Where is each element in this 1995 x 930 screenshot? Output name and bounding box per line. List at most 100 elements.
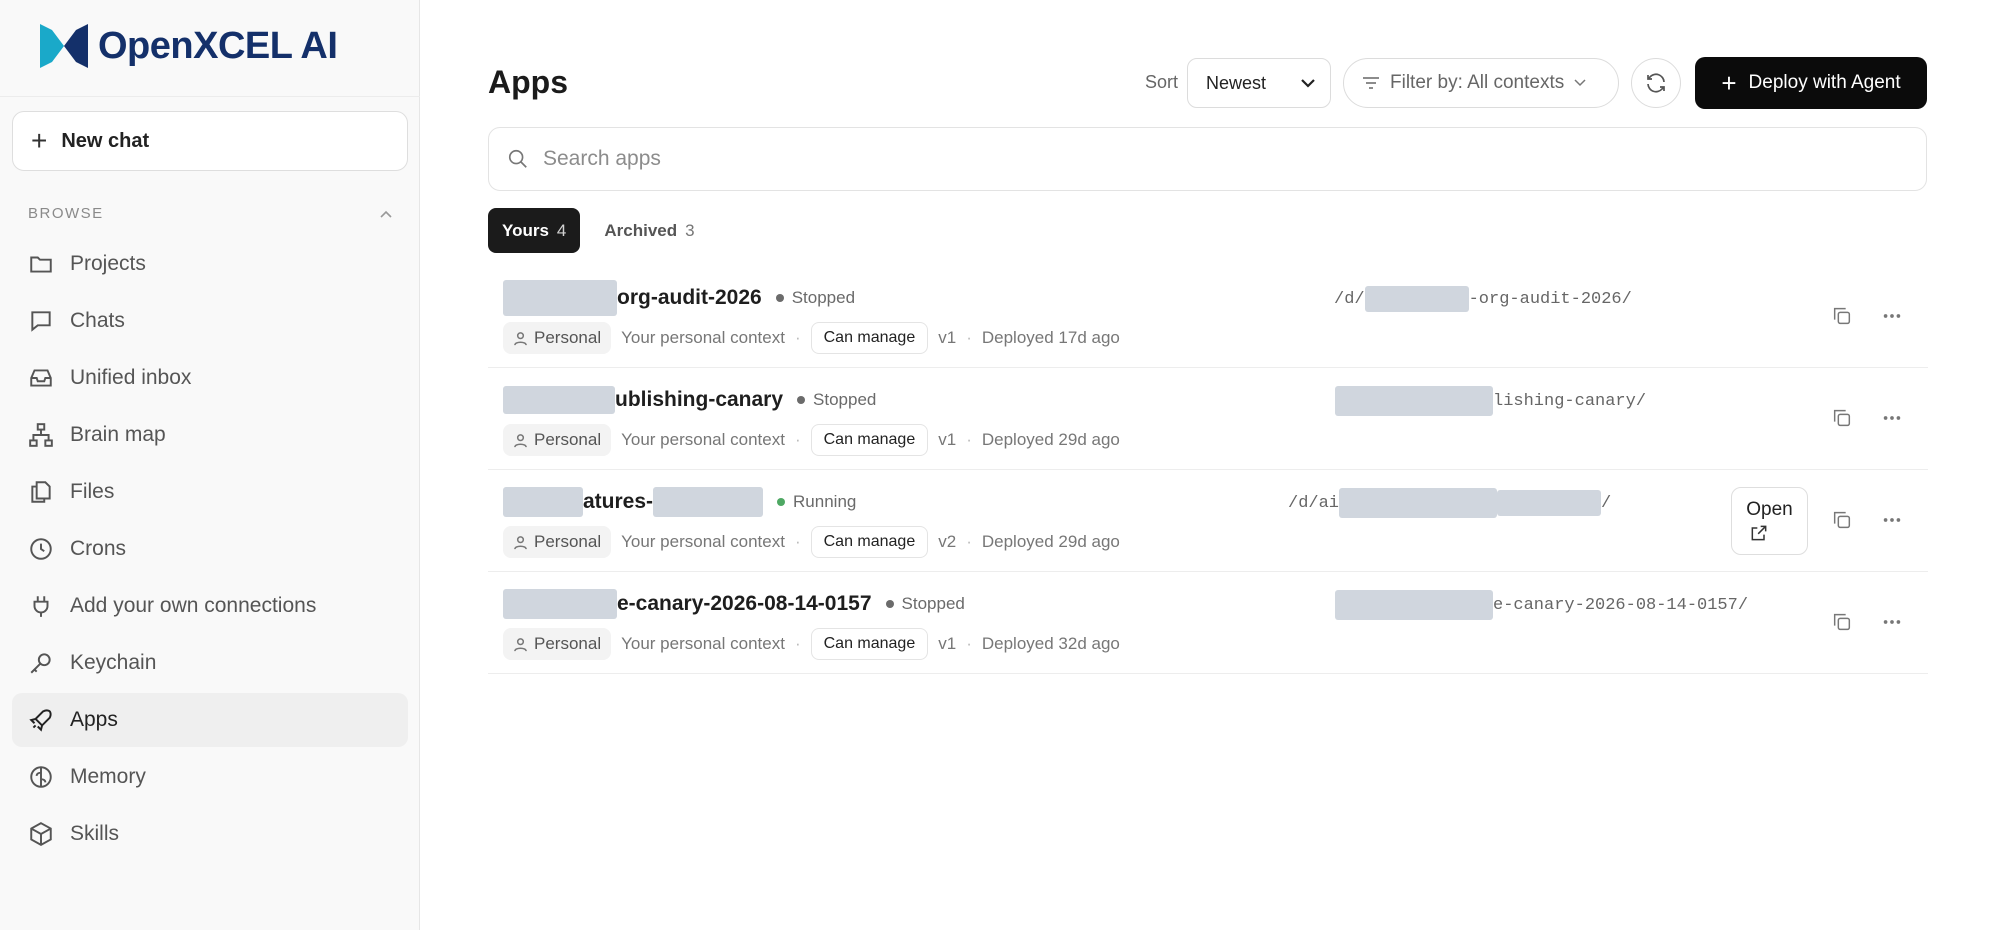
path-suffix: -org-audit-2026/: [1468, 289, 1632, 309]
status-dot: [777, 498, 786, 506]
divider: [0, 96, 420, 97]
app-row[interactable]: ublishing-canary Stopped Personal Your p…: [488, 368, 1928, 470]
app-path: lishing-canary/: [1335, 386, 1646, 416]
sort-label: Sort: [1145, 72, 1179, 92]
sidebar-item-label: Unified inbox: [70, 366, 192, 389]
status-dot: [775, 294, 784, 302]
app-row[interactable]: atures- Running Personal Your personal c…: [488, 470, 1928, 572]
app-path: e-canary-2026-08-14-0157/: [1335, 590, 1748, 620]
more-icon: [1883, 620, 1901, 624]
context-pill-label: Personal: [534, 430, 602, 449]
sidebar-item-skills[interactable]: Skills: [12, 807, 408, 861]
chevron-down-icon: [1301, 79, 1315, 88]
cube-icon: [30, 822, 52, 846]
tab-count: 3: [685, 220, 695, 240]
app-name[interactable]: ublishing-canary: [615, 388, 783, 412]
tab-archived[interactable]: Archived 3: [590, 208, 708, 253]
version: v2: [938, 532, 957, 551]
context-pill: Personal: [503, 628, 612, 660]
redacted-block: [503, 280, 617, 316]
open-app-button[interactable]: Open: [1731, 487, 1808, 555]
copy-button[interactable]: [1828, 302, 1856, 330]
status-badge: Stopped: [797, 390, 876, 410]
copy-icon: [1833, 409, 1851, 427]
sidebar-item-keychain[interactable]: Keychain: [12, 636, 408, 690]
permission-badge: Can manage: [810, 424, 929, 456]
app-name[interactable]: org-audit-2026: [617, 286, 762, 310]
filter-label: Filter by: All contexts: [1390, 72, 1565, 93]
context-pill-label: Personal: [534, 532, 602, 551]
chat-icon: [31, 311, 51, 332]
app-row[interactable]: org-audit-2026 Stopped Personal Your per…: [488, 266, 1928, 368]
chevron-up-icon: [380, 210, 392, 218]
path-suffix: e-canary-2026-08-14-0157/: [1493, 595, 1749, 615]
filter-contexts-button[interactable]: Filter by: All contexts: [1343, 58, 1619, 108]
openxcel-logo-icon: [40, 24, 88, 68]
status-text: Stopped: [813, 390, 877, 409]
app-name[interactable]: atures-: [583, 490, 653, 514]
brand-name: OpenXCEL AI: [98, 24, 338, 67]
status-badge: Stopped: [885, 594, 965, 614]
sidebar-item-brain-map[interactable]: Brain map: [12, 408, 408, 462]
files-icon: [31, 481, 51, 503]
hierarchy-icon: [29, 423, 53, 447]
separator: ·: [794, 634, 801, 653]
sidebar-item-projects[interactable]: Projects: [12, 237, 408, 291]
apps-list: org-audit-2026 Stopped Personal Your per…: [488, 266, 1928, 674]
new-chat-button[interactable]: + New chat: [12, 111, 408, 171]
redacted-block: [503, 386, 615, 414]
copy-icon: [1833, 511, 1851, 529]
more-options-button[interactable]: [1878, 506, 1906, 534]
app-name[interactable]: e-canary-2026-08-14-0157: [617, 592, 872, 616]
redacted-block: [1335, 386, 1493, 416]
sidebar-item-label: Keychain: [70, 651, 157, 674]
separator: ·: [966, 634, 972, 653]
more-options-button[interactable]: [1878, 608, 1906, 636]
permission-badge: Can manage: [810, 322, 929, 354]
sidebar-item-unified-inbox[interactable]: Unified inbox: [12, 351, 408, 405]
search-bar[interactable]: [488, 127, 1927, 191]
sidebar-item-crons[interactable]: Crons: [12, 522, 408, 576]
sidebar-item-memory[interactable]: Memory: [12, 750, 408, 804]
sort-value: Newest: [1206, 72, 1267, 93]
more-options-button[interactable]: [1878, 404, 1906, 432]
sidebar-item-apps[interactable]: Apps: [12, 693, 408, 747]
tab-yours[interactable]: Yours 4: [488, 208, 581, 253]
sidebar-item-add-connections[interactable]: Add your own connections: [12, 579, 408, 633]
version: v1: [938, 430, 957, 449]
app-name-line: e-canary-2026-08-14-0157 Stopped: [503, 586, 965, 622]
redacted-block: [1364, 286, 1469, 312]
copy-icon: [1833, 613, 1851, 631]
status-text: Running: [793, 492, 857, 511]
browse-section-header[interactable]: BROWSE: [28, 205, 393, 222]
open-label: Open: [1746, 499, 1793, 520]
deploy-with-agent-button[interactable]: + Deploy with Agent: [1695, 57, 1927, 109]
sidebar-item-label: Apps: [70, 708, 118, 731]
copy-button[interactable]: [1828, 506, 1856, 534]
search-input[interactable]: [543, 147, 1443, 171]
sidebar-item-label: Add your own connections: [70, 594, 317, 617]
tab-label: Yours: [502, 220, 549, 240]
separator: ·: [966, 532, 972, 551]
brand-logo[interactable]: OpenXCEL AI: [38, 20, 338, 72]
sort-select[interactable]: Newest: [1187, 58, 1331, 108]
app-name-line: atures- Running: [503, 484, 856, 520]
permission-badge: Can manage: [810, 628, 929, 660]
app-row[interactable]: e-canary-2026-08-14-0157 Stopped Persona…: [488, 572, 1928, 674]
app-meta: Personal Your personal context · Can man…: [503, 526, 1120, 558]
copy-button[interactable]: [1828, 608, 1856, 636]
path-suffix: lishing-canary/: [1493, 391, 1647, 411]
app-name-line: ublishing-canary Stopped: [503, 382, 876, 418]
sidebar-item-chats[interactable]: Chats: [12, 294, 408, 348]
rocket-icon: [29, 709, 52, 732]
copy-button[interactable]: [1828, 404, 1856, 432]
plus-icon: +: [31, 125, 48, 156]
context-pill-label: Personal: [534, 634, 602, 653]
user-icon: [514, 433, 527, 447]
external-link-icon: [1751, 525, 1766, 541]
refresh-button[interactable]: [1631, 58, 1681, 108]
sidebar-item-files[interactable]: Files: [12, 465, 408, 519]
more-options-button[interactable]: [1878, 302, 1906, 330]
context-pill: Personal: [503, 322, 612, 354]
path-prefix: /d/ai: [1288, 493, 1340, 513]
